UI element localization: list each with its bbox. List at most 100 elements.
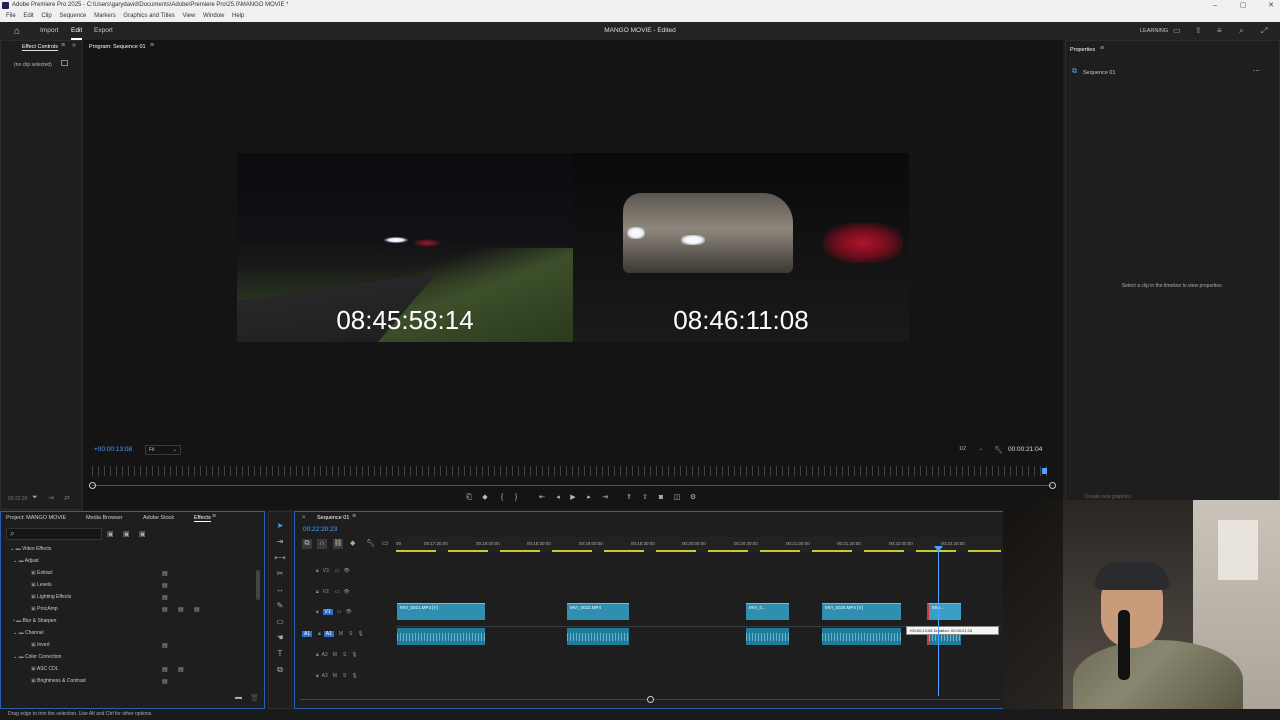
eye-icon[interactable]: 👁︎ xyxy=(344,589,350,595)
lock-icon[interactable]: 🔒︎ xyxy=(318,631,321,637)
tab-adobe-stock[interactable]: Adobe Stock xyxy=(143,515,174,521)
slip-icon[interactable]: ↔ xyxy=(274,585,286,597)
share-icon[interactable]: ⇪ xyxy=(1195,26,1202,35)
sequence-menu-icon[interactable]: ≡ xyxy=(352,513,356,520)
rectangle-icon[interactable]: ▭ xyxy=(274,617,286,629)
menu-sequence[interactable]: Sequence xyxy=(59,13,86,19)
tree-channel[interactable]: ⌄ ▬ Channel xyxy=(13,627,44,639)
linked-selection-icon[interactable]: ⛓ xyxy=(333,539,343,549)
timeline-scroll-handle[interactable] xyxy=(647,696,654,703)
eye-icon[interactable]: 👁︎ xyxy=(344,568,350,574)
accelerated-filter-icon[interactable]: ▣ xyxy=(107,530,114,538)
workspace-icon[interactable]: ▭ xyxy=(1173,26,1181,35)
tree-video-effects[interactable]: ⌄ ▬ Video Effects xyxy=(5,543,51,555)
clip-mvi-0022-video[interactable]: MVI_0022.MP4 xyxy=(567,603,629,620)
32bit-filter-icon[interactable]: ▣ xyxy=(123,530,130,538)
mic-icon[interactable]: 🎙︎ xyxy=(357,631,363,637)
clip-mvi-0026-video[interactable]: MVI_0026.MP4 [V] xyxy=(822,603,901,620)
clip-mvi-selected-video[interactable]: MVI... xyxy=(927,603,961,620)
filter-icon[interactable]: ⏷ xyxy=(32,494,38,502)
new-folder-icon[interactable]: ▬ xyxy=(235,694,242,701)
menu-clip[interactable]: Clip xyxy=(41,13,51,19)
yuv-filter-icon[interactable]: ▣ xyxy=(139,530,146,538)
tree-color-correction[interactable]: ⌄ ▬ Color Correction xyxy=(13,651,61,663)
go-to-in-icon[interactable]: ⇤ xyxy=(537,493,547,503)
wrench-icon[interactable]: 🔧︎ xyxy=(994,446,1003,454)
menu-view[interactable]: View xyxy=(182,13,195,19)
tree-blur-sharpen[interactable]: › ▬ Blur & Sharpen xyxy=(13,615,56,627)
tree-levels[interactable]: ▣ Levels xyxy=(31,579,52,591)
step-back-icon[interactable]: ◂ xyxy=(553,493,563,503)
clip-mvi-0021-audio[interactable] xyxy=(397,628,485,645)
mic-icon[interactable]: 🎙︎ xyxy=(351,673,357,679)
tab-import[interactable]: Import xyxy=(40,22,58,40)
lock-icon[interactable]: 🔒︎ xyxy=(316,609,319,615)
hand-icon[interactable]: ☚ xyxy=(274,633,286,645)
clip-mvi-0021-video[interactable]: MVI_0021.MP4 [V] xyxy=(397,603,485,620)
chevron-right-icon[interactable]: » xyxy=(72,42,76,49)
delete-icon[interactable]: 🗑︎ xyxy=(250,694,259,702)
tree-lighting-effects[interactable]: ▣ Lighting Effects xyxy=(31,591,71,603)
tree-invert[interactable]: ▣ Invert xyxy=(31,639,50,651)
clip-mvi-0-audio[interactable] xyxy=(746,628,789,645)
add-marker-icon[interactable]: ◆ xyxy=(480,493,490,503)
tab-effect-controls[interactable]: Effect Controls xyxy=(22,44,58,51)
tree-asc-cdl[interactable]: ▣ ASC CDL xyxy=(31,663,59,675)
export-frame-icon[interactable]: ⇥ xyxy=(48,494,54,502)
toggle-icon[interactable] xyxy=(61,60,68,66)
time-ruler[interactable] xyxy=(92,466,1052,476)
lock-icon[interactable]: 🔒︎ xyxy=(316,568,319,574)
compare-icon[interactable]: ◫ xyxy=(672,493,682,503)
mute-icon[interactable]: M xyxy=(339,631,343,637)
captions-icon[interactable]: ▭ xyxy=(382,539,389,547)
menu-help[interactable]: Help xyxy=(232,13,244,19)
tree-extract[interactable]: ▣ Extract xyxy=(31,567,53,579)
tab-media-browser[interactable]: Media Browser xyxy=(86,515,123,521)
sync-icon[interactable]: ▭ xyxy=(337,609,342,615)
nest-icon[interactable]: ⧉ xyxy=(302,539,312,549)
menu-icon[interactable]: ≡ xyxy=(1217,26,1222,35)
extract-icon[interactable]: ⇧ xyxy=(640,493,650,503)
clip-mvi-0022-audio[interactable] xyxy=(567,628,629,645)
program-menu-icon[interactable]: ≡ xyxy=(150,42,154,49)
ripple-edit-icon[interactable]: ⟷ xyxy=(274,553,286,565)
tab-project[interactable]: Project: MANGO MOVIE xyxy=(6,515,66,521)
mute-icon[interactable]: M xyxy=(333,652,337,658)
effects-search-input[interactable]: ⌕ xyxy=(6,528,102,540)
menu-graphics[interactable]: Graphics and Titles xyxy=(123,13,174,19)
home-icon[interactable]: ⌂ xyxy=(14,26,20,37)
clip-mvi-0026-audio[interactable] xyxy=(822,628,901,645)
settings-icon[interactable]: ⚙ xyxy=(688,493,698,503)
mute-icon[interactable]: M xyxy=(333,673,337,679)
timeline-playhead[interactable] xyxy=(938,552,939,696)
tree-procamp[interactable]: ▣ ProcAmp xyxy=(31,603,58,615)
maximize-icon[interactable]: ▢ xyxy=(1235,0,1251,11)
lock-icon[interactable]: 🔒︎ xyxy=(316,652,319,658)
eye-icon[interactable]: 👁︎ xyxy=(346,609,352,615)
close-sequence-icon[interactable]: × xyxy=(302,515,306,521)
expand-icon[interactable]: ⤢ xyxy=(1261,26,1267,36)
lock-icon[interactable]: 🔒︎ xyxy=(316,673,319,679)
tree-adjust[interactable]: ⌄ ▬ Adjust xyxy=(13,555,39,567)
snap-icon[interactable]: ∩ xyxy=(317,539,327,549)
loop-icon[interactable]: ⇄ xyxy=(64,494,70,502)
scroll-handle-left[interactable] xyxy=(89,482,96,489)
lift-icon[interactable]: ⇑ xyxy=(624,493,634,503)
tree-brightness-contrast[interactable]: ▣ Brightness & Contrast xyxy=(31,675,86,687)
mark-in-icon[interactable]: { xyxy=(497,493,507,503)
learning-label[interactable]: LEARNING xyxy=(1140,22,1168,40)
timeline-timecode[interactable]: 00:22:20:23 xyxy=(303,526,337,533)
camera-icon[interactable]: ◙ xyxy=(656,493,666,503)
minimize-icon[interactable]: – xyxy=(1207,0,1223,11)
mark-out-icon[interactable]: } xyxy=(511,493,521,503)
tab-effects[interactable]: Effects xyxy=(194,515,211,522)
properties-menu-icon[interactable]: ≡ xyxy=(1100,45,1104,52)
pen-icon[interactable]: ✎ xyxy=(274,601,286,613)
search-icon[interactable]: ⌕ xyxy=(1239,26,1243,36)
resolution-dropdown[interactable]: 1/2 ⌄ xyxy=(955,445,985,455)
selection-tool-icon[interactable]: ➤ xyxy=(274,521,286,533)
menu-window[interactable]: Window xyxy=(203,13,224,19)
menu-edit[interactable]: Edit xyxy=(23,13,33,19)
lock-icon[interactable]: 🔒︎ xyxy=(316,589,319,595)
go-to-out-icon[interactable]: ⇥ xyxy=(600,493,610,503)
